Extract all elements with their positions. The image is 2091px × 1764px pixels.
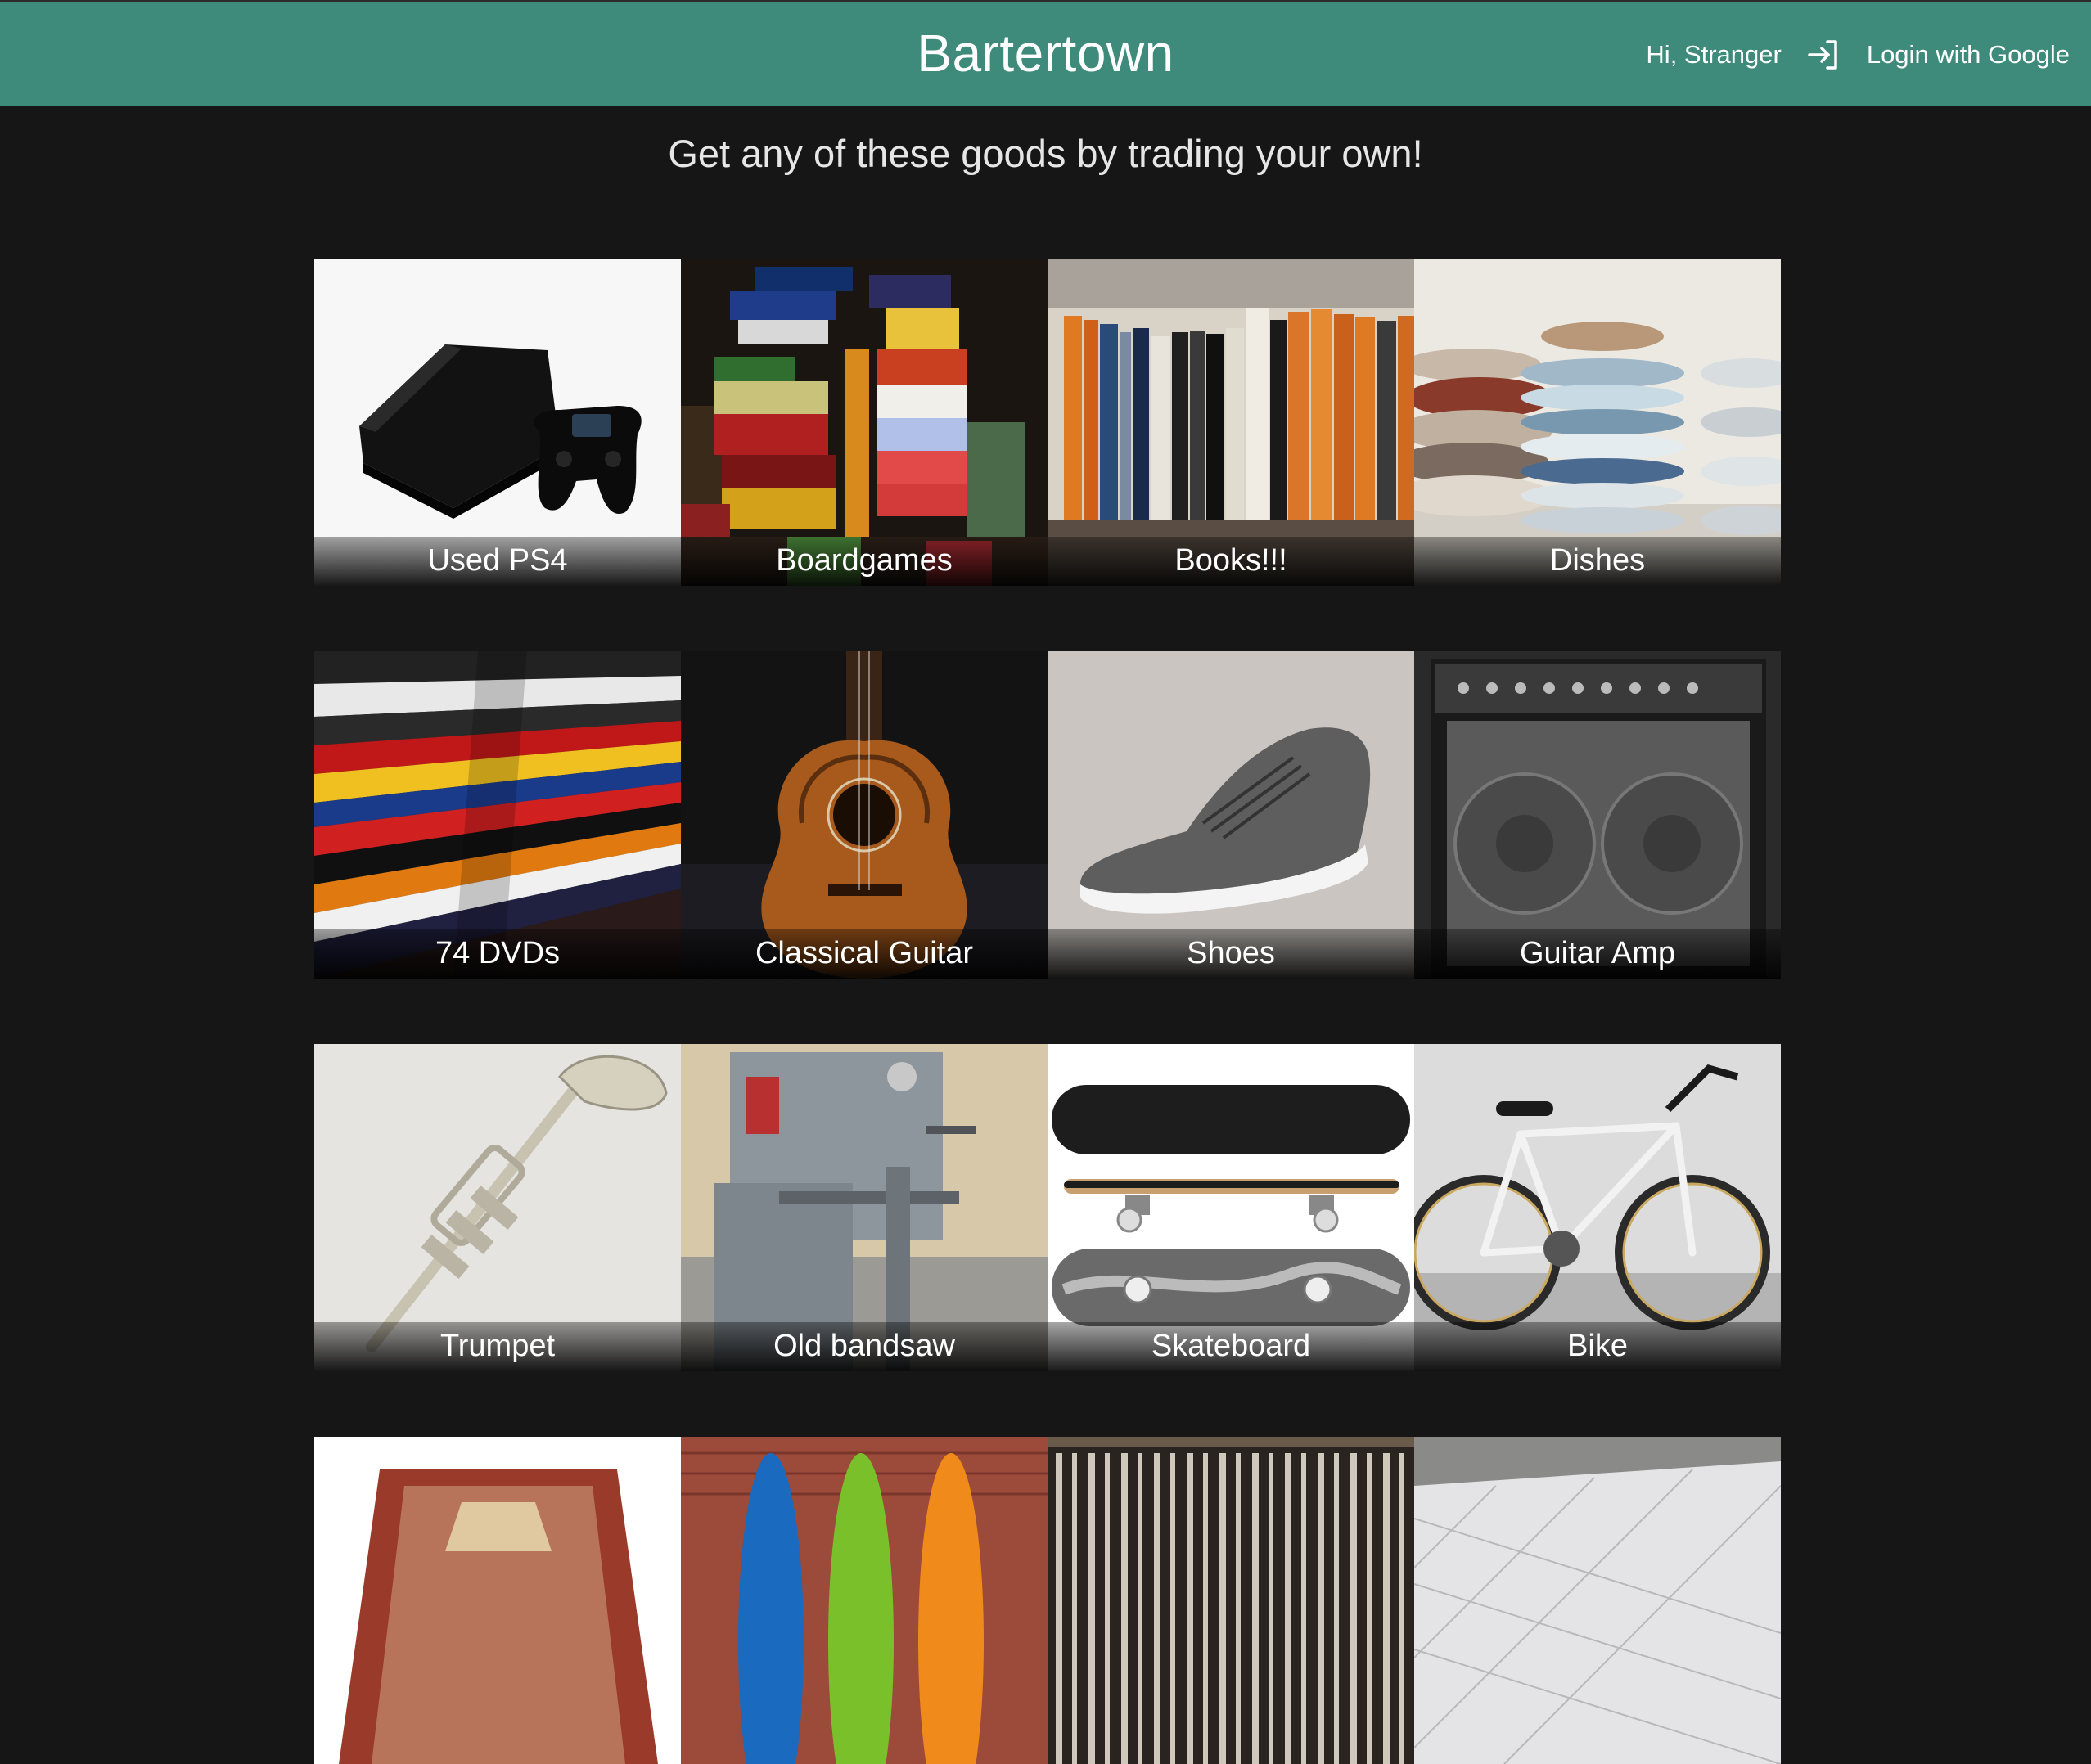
login-label: Login with Google <box>1866 40 2070 69</box>
page-tagline: Get any of these goods by trading your o… <box>668 132 1423 175</box>
item-title: Classical Guitar <box>681 929 1048 979</box>
item-title: Shoes <box>1048 929 1414 979</box>
item-card-used-ps4[interactable]: Used PS4 <box>314 259 681 586</box>
item-card-cds[interactable] <box>1048 1437 1414 1764</box>
item-title: Guitar Amp <box>1414 929 1781 979</box>
item-photo-mattress <box>1414 1437 1781 1764</box>
item-photo-rug <box>314 1437 681 1764</box>
item-title: Boardgames <box>681 537 1048 586</box>
item-card-classical-guitar[interactable]: Classical Guitar <box>681 651 1048 979</box>
item-card-kayaks[interactable] <box>681 1437 1048 1764</box>
item-card-old-bandsaw[interactable]: Old bandsaw <box>681 1044 1048 1371</box>
item-title: Trumpet <box>314 1322 681 1371</box>
sign-in-icon <box>1808 40 1837 70</box>
item-title: Books!!! <box>1048 537 1414 586</box>
item-card-mattress[interactable] <box>1414 1437 1781 1764</box>
goods-grid: Used PS4 Boardgames Books!!! Dishes 74 D… <box>314 259 1781 1764</box>
item-card-dvds[interactable]: 74 DVDs <box>314 651 681 979</box>
item-card-rug[interactable] <box>314 1437 681 1764</box>
item-title: 74 DVDs <box>314 929 681 979</box>
login-google-link[interactable]: Login with Google <box>1806 38 2070 71</box>
item-title: Skateboard <box>1048 1322 1414 1371</box>
item-photo-cds <box>1048 1437 1414 1764</box>
item-card-trumpet[interactable]: Trumpet <box>314 1044 681 1371</box>
item-title: Bike <box>1414 1322 1781 1371</box>
item-card-bike[interactable]: Bike <box>1414 1044 1781 1371</box>
item-title: Used PS4 <box>314 537 681 586</box>
item-card-shoes[interactable]: Shoes <box>1048 651 1414 979</box>
top-navbar: Bartertown Hi, Stranger Login with Googl… <box>0 0 2091 106</box>
nav-right: Hi, Stranger Login with Google <box>1646 2 2091 108</box>
item-card-skateboard[interactable]: Skateboard <box>1048 1044 1414 1371</box>
item-card-books[interactable]: Books!!! <box>1048 259 1414 586</box>
item-card-boardgames[interactable]: Boardgames <box>681 259 1048 586</box>
item-photo-kayaks <box>681 1437 1048 1764</box>
greeting-text: Hi, Stranger <box>1646 40 1782 69</box>
item-title: Old bandsaw <box>681 1322 1048 1371</box>
item-card-guitar-amp[interactable]: Guitar Amp <box>1414 651 1781 979</box>
item-title: Dishes <box>1414 537 1781 586</box>
item-card-dishes[interactable]: Dishes <box>1414 259 1781 586</box>
